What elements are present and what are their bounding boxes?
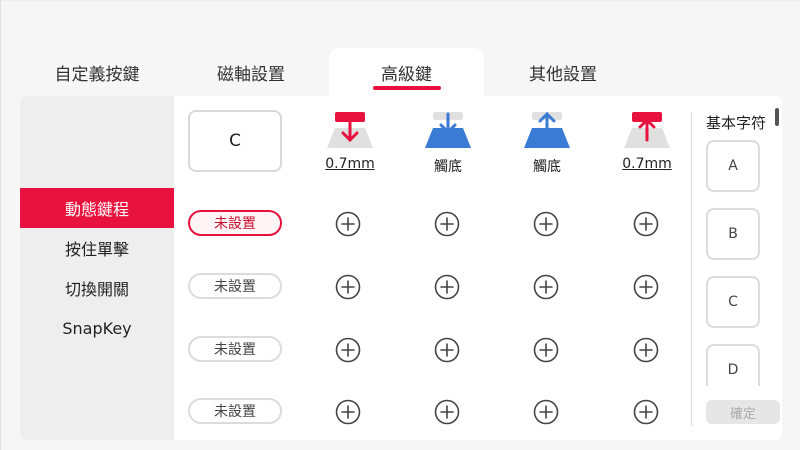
add-action-button-r1-c3[interactable] bbox=[533, 211, 559, 237]
stage-release-value[interactable]: 0.7mm bbox=[612, 156, 682, 172]
binding-slot-1[interactable]: 未設置 bbox=[188, 210, 282, 236]
sidebar: 動態鍵程 按住單擊 切換開關 SnapKey bbox=[20, 96, 174, 440]
char-key-b[interactable]: B bbox=[706, 208, 760, 260]
column-divider bbox=[691, 112, 692, 426]
basic-chars-title: 基本字符 bbox=[706, 114, 767, 132]
add-action-button-r1-c4[interactable] bbox=[633, 211, 659, 237]
press-down-icon bbox=[327, 112, 373, 148]
binding-slot-4[interactable]: 未設置 bbox=[188, 398, 282, 424]
tab-magnetic-axis[interactable]: 磁軸設置 bbox=[182, 48, 320, 96]
sidebar-item-dynamic-keystroke[interactable]: 動態鍵程 bbox=[20, 188, 174, 228]
release-up-icon bbox=[624, 112, 670, 148]
sidebar-item-hold-click[interactable]: 按住單擊 bbox=[20, 228, 174, 268]
char-key-label: C bbox=[728, 294, 738, 310]
binding-slot-label: 未設置 bbox=[214, 342, 256, 358]
stage-release-bottom-header: 觸底 bbox=[512, 110, 582, 175]
add-action-button-r3-c2[interactable] bbox=[434, 337, 460, 363]
tab-advanced-keys[interactable]: 高級鍵 bbox=[329, 48, 484, 96]
advanced-key-panel: 動態鍵程 按住單擊 切換開關 SnapKey C 0.7mm 觸底 觸底 0.7… bbox=[20, 96, 782, 440]
stage-press-header: 0.7mm bbox=[315, 110, 385, 174]
add-action-button-r2-c3[interactable] bbox=[533, 274, 559, 300]
tab-label: 自定義按鍵 bbox=[54, 64, 140, 85]
add-action-button-r3-c4[interactable] bbox=[633, 337, 659, 363]
add-action-button-r1-c1[interactable] bbox=[335, 211, 361, 237]
tab-label: 其他設置 bbox=[529, 64, 597, 85]
release-from-bottom-icon bbox=[524, 111, 570, 148]
stage-bottom-header: 觸底 bbox=[413, 110, 483, 175]
add-action-button-r2-c1[interactable] bbox=[335, 274, 361, 300]
char-key-c[interactable]: C bbox=[706, 276, 760, 328]
tab-other-settings[interactable]: 其他設置 bbox=[494, 48, 632, 96]
tab-bar: 自定義按鍵 磁軸設置 高級鍵 其他設置 bbox=[0, 48, 800, 96]
char-key-a[interactable]: A bbox=[706, 140, 760, 192]
add-action-button-r4-c2[interactable] bbox=[434, 399, 460, 425]
stage-press-value[interactable]: 0.7mm bbox=[315, 156, 385, 172]
char-key-label: B bbox=[728, 226, 738, 242]
sidebar-item-label: 切換開關 bbox=[64, 280, 129, 299]
selected-key-box[interactable]: C bbox=[188, 110, 282, 172]
stage-release-bottom-value: 觸底 bbox=[533, 159, 561, 175]
add-action-button-r3-c3[interactable] bbox=[533, 337, 559, 363]
tab-label: 高級鍵 bbox=[381, 64, 432, 85]
stage-bottom-value: 觸底 bbox=[434, 159, 462, 175]
scrollbar-thumb[interactable] bbox=[775, 108, 779, 126]
binding-slot-label: 未設置 bbox=[214, 279, 256, 295]
bottom-out-icon bbox=[425, 112, 471, 148]
sidebar-item-label: 按住單擊 bbox=[64, 240, 129, 259]
add-action-button-r3-c1[interactable] bbox=[335, 337, 361, 363]
char-key-label: D bbox=[727, 362, 739, 378]
add-action-button-r4-c1[interactable] bbox=[335, 399, 361, 425]
add-action-button-r4-c4[interactable] bbox=[633, 399, 659, 425]
sidebar-item-toggle[interactable]: 切換開關 bbox=[20, 268, 174, 308]
add-action-button-r1-c2[interactable] bbox=[434, 211, 460, 237]
active-tab-indicator bbox=[372, 86, 441, 90]
sidebar-item-label: 動態鍵程 bbox=[64, 200, 129, 219]
confirm-button[interactable]: 確定 bbox=[706, 400, 780, 424]
tab-label: 磁軸設置 bbox=[217, 64, 285, 85]
binding-slot-label: 未設置 bbox=[214, 216, 256, 232]
tab-custom-keys[interactable]: 自定義按鍵 bbox=[28, 48, 166, 96]
selected-key-label: C bbox=[229, 131, 241, 151]
sidebar-item-label: SnapKey bbox=[62, 318, 132, 338]
confirm-label: 確定 bbox=[729, 406, 756, 422]
binding-slot-3[interactable]: 未設置 bbox=[188, 336, 282, 362]
add-action-button-r4-c3[interactable] bbox=[533, 399, 559, 425]
add-action-button-r2-c4[interactable] bbox=[633, 274, 659, 300]
binding-slot-2[interactable]: 未設置 bbox=[188, 273, 282, 299]
char-key-label: A bbox=[728, 158, 738, 174]
add-action-button-r2-c2[interactable] bbox=[434, 274, 460, 300]
binding-slot-label: 未設置 bbox=[214, 404, 256, 420]
stage-release-header: 0.7mm bbox=[612, 110, 682, 174]
sidebar-item-snapkey[interactable]: SnapKey bbox=[20, 308, 174, 348]
